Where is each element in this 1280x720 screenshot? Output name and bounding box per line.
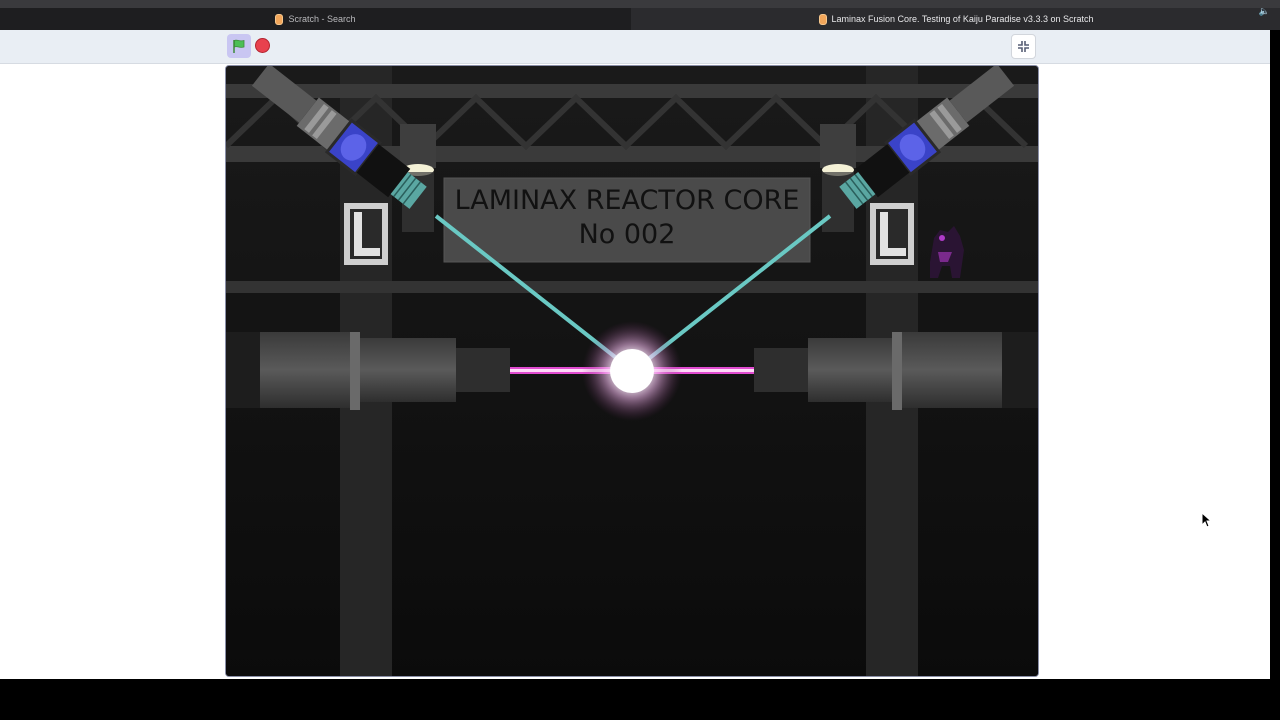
mouse-cursor-icon: [1201, 512, 1213, 528]
stop-button[interactable]: [255, 38, 270, 53]
scratch-favicon-icon: [275, 13, 284, 25]
green-flag-icon: [233, 39, 245, 53]
sign-title: LAMINAX REACTOR CORE: [454, 185, 800, 216]
screen-bottom-bar: [0, 679, 1280, 720]
l-marker-left: [344, 203, 388, 265]
tab-scratch-search[interactable]: Scratch - Search: [0, 8, 631, 30]
browser-tabbar: Scratch - Search Laminax Fusion Core. Te…: [0, 0, 1280, 30]
tab-title: Scratch - Search: [288, 14, 356, 24]
stage-scene: [226, 66, 1038, 676]
reactor-sign: LAMINAX REACTOR CORE No 002: [444, 184, 810, 252]
tab-title: Laminax Fusion Core. Testing of Kaiju Pa…: [831, 14, 1094, 24]
speaker-icon[interactable]: 🔈: [1259, 6, 1270, 17]
exit-fullscreen-button[interactable]: [1011, 34, 1036, 59]
fusion-core: [610, 349, 654, 393]
sign-subtitle: No 002: [578, 219, 676, 250]
tabbar-top-strip: [0, 0, 1280, 8]
player-toolbar: [0, 30, 1270, 64]
green-flag-button[interactable]: [227, 34, 251, 58]
l-marker-right: [870, 203, 914, 265]
scratch-favicon-icon: [818, 13, 827, 25]
tab-laminax-project[interactable]: Laminax Fusion Core. Testing of Kaiju Pa…: [632, 8, 1280, 30]
exit-fullscreen-icon: [1018, 41, 1029, 52]
project-stage[interactable]: LAMINAX REACTOR CORE No 002: [225, 65, 1039, 677]
window-edge: [1270, 30, 1280, 680]
